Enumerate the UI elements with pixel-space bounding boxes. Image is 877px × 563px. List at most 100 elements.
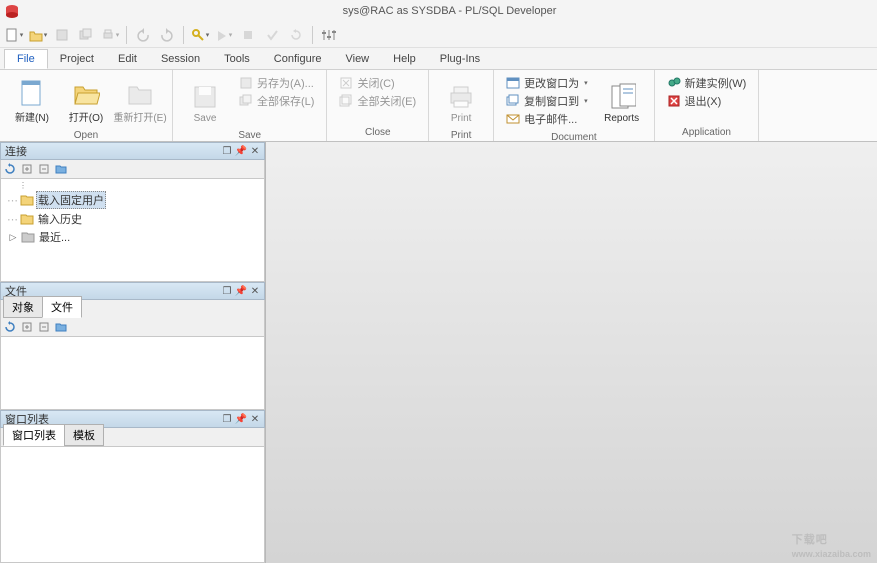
preferences-icon[interactable] — [319, 25, 339, 45]
window-title: sys@RAC as SYSDBA - PL/SQL Developer — [26, 5, 873, 17]
menu-configure[interactable]: Configure — [262, 50, 334, 68]
tree-item[interactable]: ▷ 最近... — [3, 228, 262, 246]
tree-label: 输入历史 — [36, 211, 84, 227]
changewin-button[interactable]: 更改窗口为 ▾ — [500, 74, 594, 92]
connections-panel-title: 连接 ❐ 📌 ✕ — [0, 142, 265, 160]
closeall-button[interactable]: 全部关闭(E) — [333, 92, 422, 110]
files-body[interactable] — [0, 336, 265, 410]
print-button[interactable]: Print — [435, 72, 487, 126]
menu-view[interactable]: View — [333, 50, 381, 68]
panel-pin-icon[interactable]: 📌 — [234, 144, 248, 158]
saveall-label: 全部保存(L) — [257, 93, 314, 109]
connections-tree[interactable]: ⋮ ⋯ 载入固定用户 ⋯ 输入历史 ▷ 最近... — [0, 178, 265, 282]
key-icon[interactable]: ▾ — [190, 25, 210, 45]
panel-close-icon[interactable]: ✕ — [248, 412, 262, 426]
save-button[interactable]: Save — [179, 72, 231, 126]
menu-file[interactable]: File — [4, 49, 48, 69]
ribbon-group-document: 更改窗口为 ▾ 复制窗口到 ▾ 电子邮件... Reports Document — [494, 70, 655, 141]
saveas-label: 另存为(A)... — [257, 75, 314, 91]
open-label: 打开(O) — [69, 109, 103, 124]
exit-button[interactable]: 退出(X) — [661, 92, 753, 110]
main-area: 连接 ❐ 📌 ✕ ⋮ ⋯ 载入固定用户 ⋯ 输入历史 — [0, 142, 877, 563]
tree-item[interactable]: ⋯ 输入历史 — [3, 210, 262, 228]
ribbon-group-close: 关闭(C) 全部关闭(E) Close — [327, 70, 429, 141]
ribbon-group-application: 新建实例(W) 退出(X) Application — [655, 70, 760, 141]
closeall-icon — [339, 94, 353, 108]
rollback-icon[interactable] — [286, 25, 306, 45]
new-button[interactable]: 新建(N) — [6, 72, 58, 126]
close-icon — [339, 76, 353, 90]
copywin-button[interactable]: 复制窗口到 ▾ — [500, 92, 594, 110]
new-doc-icon[interactable]: ▾ — [4, 25, 24, 45]
expand-icon[interactable] — [20, 320, 34, 334]
tab-files[interactable]: 文件 — [42, 296, 82, 318]
refresh-icon[interactable] — [3, 162, 17, 176]
save-all-icon[interactable] — [76, 25, 96, 45]
open-folder-icon[interactable]: ▾ — [28, 25, 48, 45]
folder-icon — [21, 231, 35, 243]
execute-icon[interactable]: ▾ — [214, 25, 234, 45]
print-label: Print — [451, 113, 472, 124]
menu-tools[interactable]: Tools — [212, 50, 262, 68]
connections-title-text: 连接 — [3, 143, 220, 159]
newinstance-button[interactable]: 新建实例(W) — [661, 74, 753, 92]
tab-windowlist[interactable]: 窗口列表 — [3, 424, 65, 446]
copywin-label: 复制窗口到 — [524, 93, 579, 109]
folder-icon — [20, 213, 34, 225]
expand-toggle-icon[interactable]: ▷ — [7, 231, 19, 243]
close-label: 关闭(C) — [357, 75, 394, 91]
panel-restore-icon[interactable]: ❐ — [220, 412, 234, 426]
saveall-button[interactable]: 全部保存(L) — [233, 92, 320, 110]
menu-project[interactable]: Project — [48, 50, 106, 68]
refresh-icon[interactable] — [3, 320, 17, 334]
watermark: 下载吧 www.xiazaiba.com — [792, 526, 871, 559]
saveas-icon — [239, 76, 253, 90]
tab-templates[interactable]: 模板 — [64, 424, 104, 446]
menu-edit[interactable]: Edit — [106, 50, 149, 68]
changewin-label: 更改窗口为 — [524, 75, 579, 91]
panel-close-icon[interactable]: ✕ — [248, 144, 262, 158]
reopen-button[interactable]: 重新打开(E) — [114, 72, 166, 126]
print-icon[interactable]: ▾ — [100, 25, 120, 45]
collapse-icon[interactable] — [37, 162, 51, 176]
email-button[interactable]: 电子邮件... — [500, 110, 594, 128]
panel-pin-icon[interactable]: 📌 — [234, 412, 248, 426]
panel-restore-icon[interactable]: ❐ — [220, 284, 234, 298]
collapse-icon[interactable] — [37, 320, 51, 334]
separator — [183, 26, 184, 44]
close-button[interactable]: 关闭(C) — [333, 74, 422, 92]
ribbon-group-close-label: Close — [327, 125, 428, 141]
open-button[interactable]: 打开(O) — [60, 72, 112, 126]
saveas-button[interactable]: 另存为(A)... — [233, 74, 320, 92]
menu-plugins[interactable]: Plug-Ins — [428, 50, 492, 68]
tree-item[interactable]: ⋯ 载入固定用户 — [3, 190, 262, 210]
menu-help[interactable]: Help — [381, 50, 428, 68]
panel-pin-icon[interactable]: 📌 — [234, 284, 248, 298]
newinstance-label: 新建实例(W) — [685, 75, 747, 91]
save-label: Save — [194, 113, 217, 124]
expand-icon[interactable] — [20, 162, 34, 176]
folder-icon[interactable] — [54, 162, 68, 176]
commit-icon[interactable] — [262, 25, 282, 45]
windowlist-body[interactable] — [0, 446, 265, 563]
reopen-label: 重新打开(E) — [113, 109, 166, 124]
tree-label: 最近... — [37, 229, 72, 245]
panel-close-icon[interactable]: ✕ — [248, 284, 262, 298]
tab-objects[interactable]: 对象 — [3, 296, 43, 318]
undo-icon[interactable] — [133, 25, 153, 45]
save-icon[interactable] — [52, 25, 72, 45]
reports-button[interactable]: Reports — [596, 72, 648, 126]
redo-icon[interactable] — [157, 25, 177, 45]
panel-restore-icon[interactable]: ❐ — [220, 144, 234, 158]
stop-icon[interactable] — [238, 25, 258, 45]
folder-icon[interactable] — [54, 320, 68, 334]
menu-session[interactable]: Session — [149, 50, 212, 68]
windowlist-tabs: 窗口列表 模板 — [0, 428, 265, 446]
workspace: 下载吧 www.xiazaiba.com — [266, 142, 877, 563]
watermark-sub: www.xiazaiba.com — [792, 549, 871, 559]
new-label: 新建(N) — [15, 109, 49, 124]
exit-icon — [667, 94, 681, 108]
ribbon-group-print: Print Print — [429, 70, 494, 141]
exit-label: 退出(X) — [685, 93, 722, 109]
copywin-icon — [506, 94, 520, 108]
